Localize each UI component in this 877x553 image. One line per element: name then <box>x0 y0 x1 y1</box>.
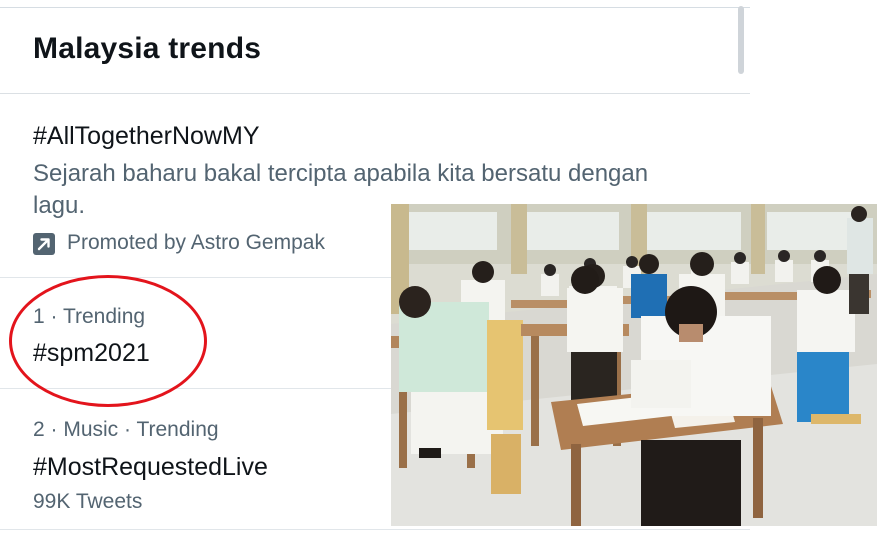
promoted-by-label: Promoted by Astro Gempak <box>67 231 325 254</box>
trend-hashtag[interactable]: #MostRequestedLive <box>33 453 268 482</box>
promoted-hashtag[interactable]: #AllTogetherNowMY <box>33 122 260 151</box>
trend-meta: 2 · Music · Trending <box>33 418 219 441</box>
promoted-arrow-icon <box>33 233 55 255</box>
exam-hall-photo <box>391 204 877 526</box>
screenshot: Malaysia trends #AllTogetherNowMY Sejara… <box>0 0 877 553</box>
panel-header: Malaysia trends <box>0 8 750 94</box>
tweet-count: 99K Tweets <box>33 490 143 513</box>
panel-title: Malaysia trends <box>33 32 262 65</box>
red-circle-annotation <box>9 275 207 407</box>
